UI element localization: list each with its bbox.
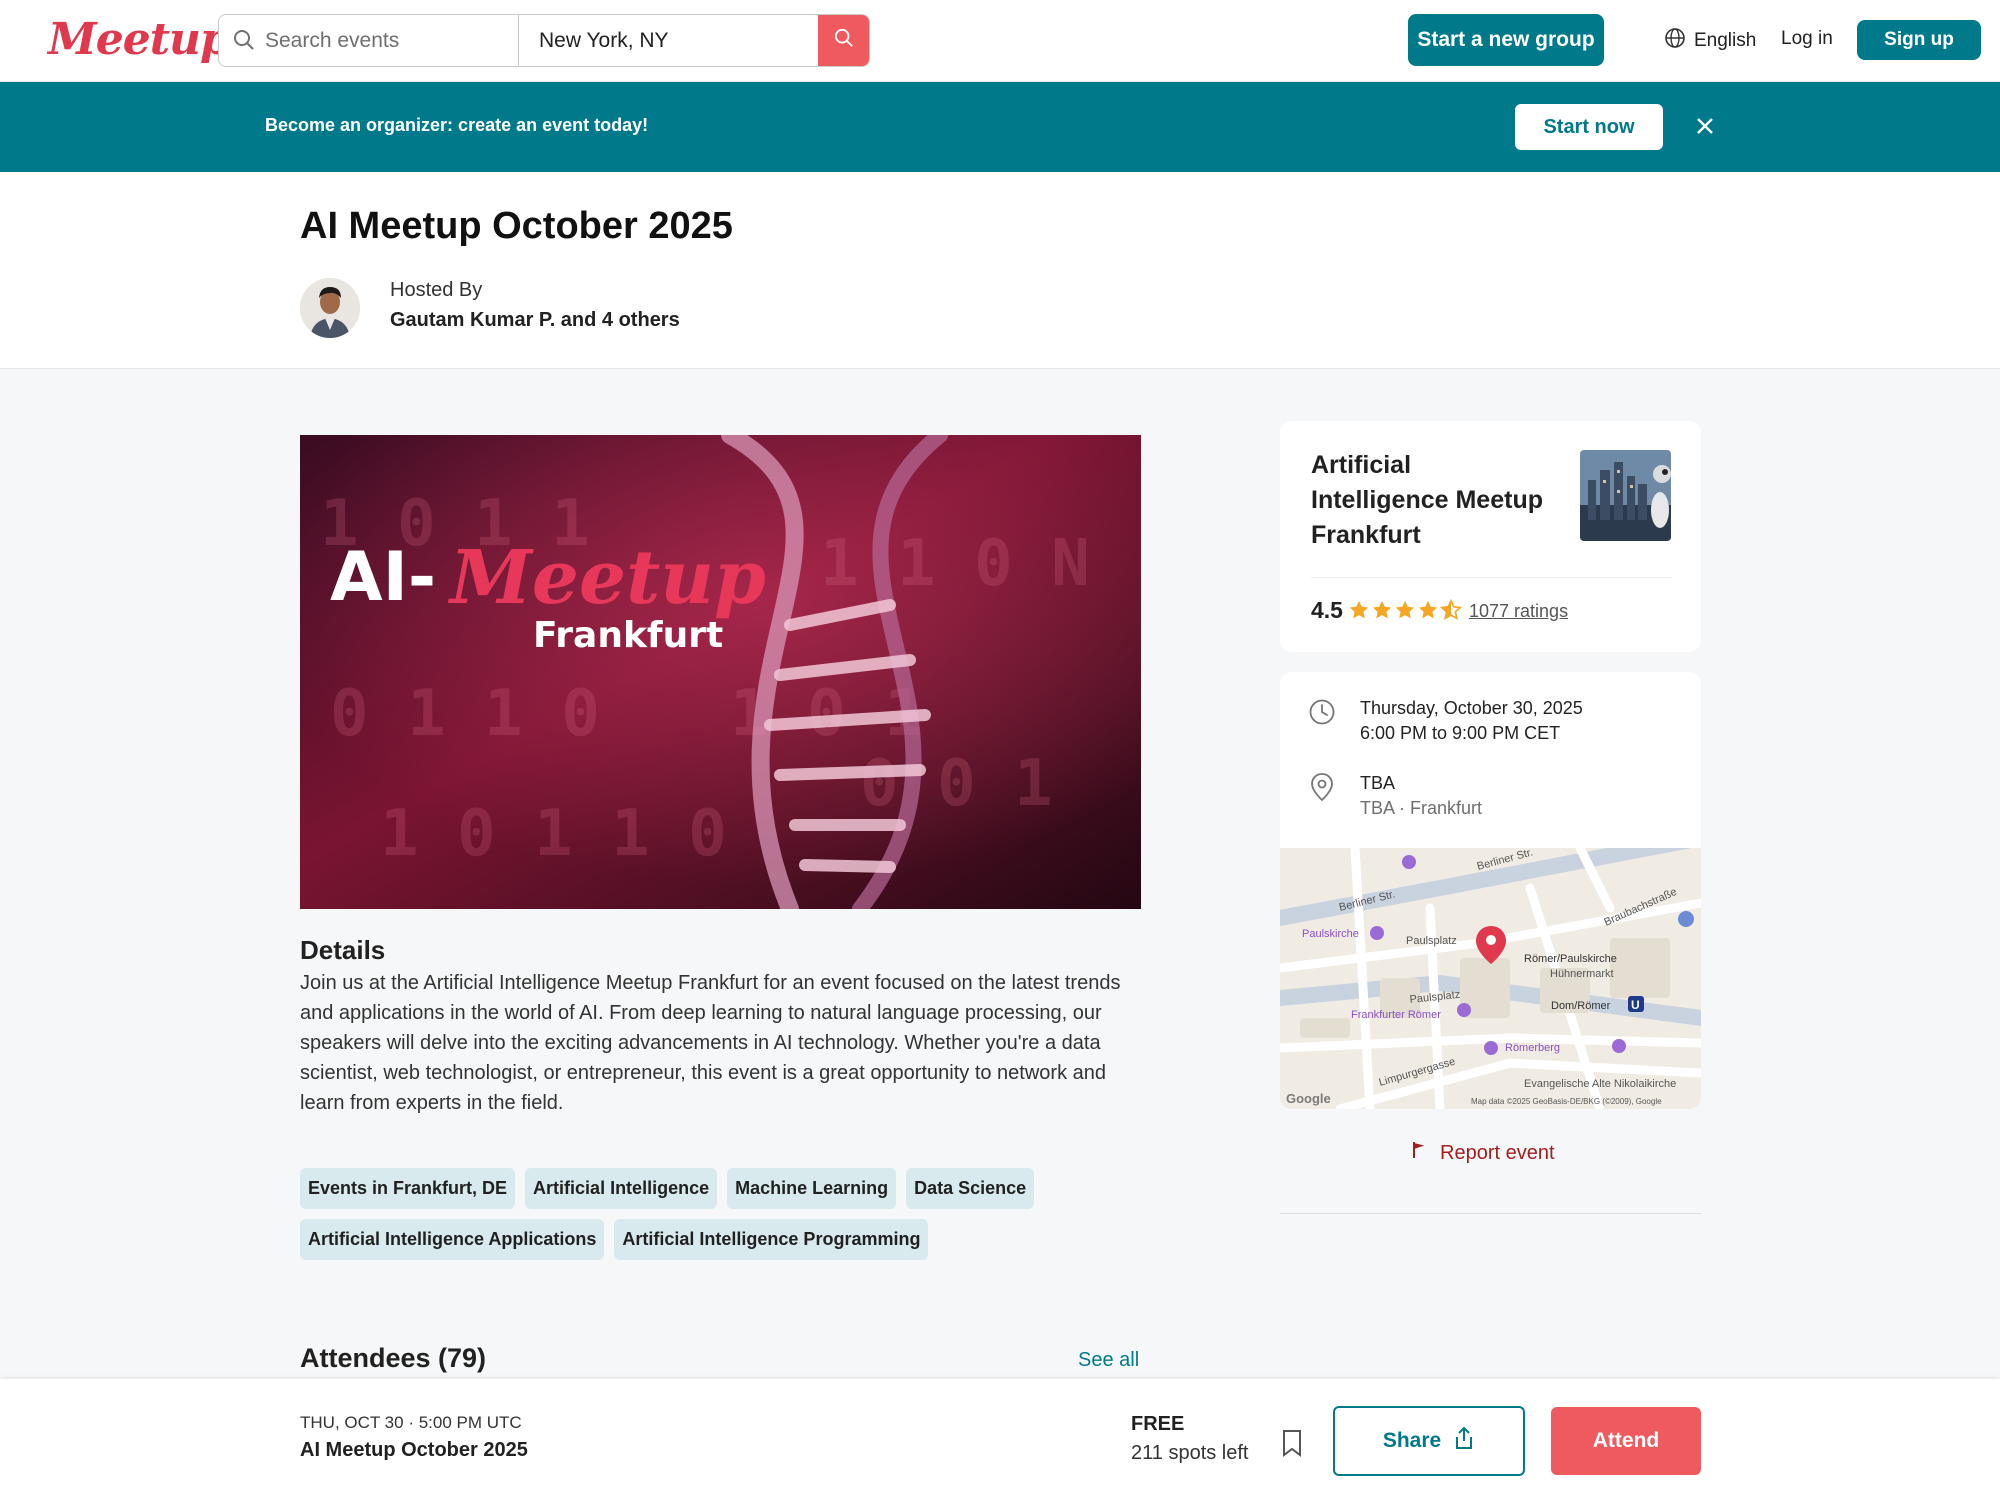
clock-icon <box>1308 698 1336 731</box>
map-google-logo: Google <box>1286 1091 1331 1106</box>
svg-text:1 1 0 N: 1 1 0 N <box>820 527 1090 601</box>
location-input[interactable]: New York, NY <box>519 15 819 66</box>
hero-text-frankfurt: Frankfurt <box>533 615 723 656</box>
tag-chip[interactable]: Machine Learning <box>727 1168 897 1209</box>
sticky-action-bar: THU, OCT 30 · 5:00 PM UTC AI Meetup Octo… <box>0 1379 2000 1500</box>
map-label: Frankfurter Römer <box>1351 1009 1441 1021</box>
star-icon <box>1372 600 1392 619</box>
search-icon <box>834 28 854 53</box>
signup-button[interactable]: Sign up <box>1857 20 1981 60</box>
share-label: Share <box>1382 1429 1442 1452</box>
language-selector[interactable]: English <box>1664 27 1756 55</box>
organizer-banner: Become an organizer: create an event tod… <box>0 82 2000 172</box>
share-button[interactable]: Share <box>1333 1406 1525 1476</box>
map-label: Römerberg <box>1505 1042 1560 1054</box>
star-icon <box>1395 600 1415 619</box>
group-name[interactable]: Artificial Intelligence Meetup Frankfurt <box>1311 448 1551 553</box>
divider <box>1280 1213 1701 1214</box>
event-time: 6:00 PM to 9:00 PM CET <box>1360 723 1561 743</box>
search-icon <box>233 29 255 56</box>
venue-address: TBA · Frankfurt <box>1360 798 1483 818</box>
search-placeholder: Search events <box>265 29 400 52</box>
group-thumbnail[interactable] <box>1580 450 1671 541</box>
tag-chip[interactable]: Artificial Intelligence <box>525 1168 718 1209</box>
map-label: Dom/Römer <box>1551 1000 1611 1012</box>
bookmark-icon[interactable] <box>1280 1429 1304 1462</box>
tag-chip[interactable]: Artificial Intelligence Programming <box>614 1219 929 1260</box>
rating-value: 4.5 <box>1311 597 1343 623</box>
hero-text-meetup: Meetup <box>447 535 766 621</box>
globe-icon <box>1664 27 1686 55</box>
top-nav: Meetup Search events New York, NY Start … <box>0 0 2000 82</box>
language-label: English <box>1694 30 1757 51</box>
map-label: Hühnermarkt <box>1550 968 1614 980</box>
ratings-count-link[interactable]: 1077 ratings <box>1469 601 1568 622</box>
report-event-label: Report event <box>1440 1141 1555 1164</box>
spots-left: 211 spots left <box>1131 1442 1249 1464</box>
tag-chip[interactable]: Data Science <box>906 1168 1035 1209</box>
bar-event-title: AI Meetup October 2025 <box>300 1439 528 1461</box>
start-new-group-button[interactable]: Start a new group <box>1408 14 1604 66</box>
star-icon <box>1349 600 1369 619</box>
details-text: Join us at the Artificial Intelligence M… <box>300 972 1121 1114</box>
login-link[interactable]: Log in <box>1781 28 1833 50</box>
map-pin-icon <box>1308 772 1336 807</box>
map-label: Paulskirche <box>1302 928 1359 940</box>
search-bar: Search events New York, NY <box>218 14 870 67</box>
banner-text: Become an organizer: create an event tod… <box>265 115 649 135</box>
page-title: AI Meetup October 2025 <box>300 205 733 247</box>
svg-text:1 0 1 1 0: 1 0 1 1 0 <box>380 797 727 871</box>
flag-icon <box>1412 1141 1426 1165</box>
search-button[interactable] <box>818 15 869 66</box>
start-now-button[interactable]: Start now <box>1515 104 1663 150</box>
hero-text-ai: AI- <box>330 538 436 617</box>
event-date: Thursday, October 30, 2025 <box>1360 698 1583 718</box>
attend-button[interactable]: Attend <box>1551 1407 1701 1475</box>
price-label: FREE <box>1131 1413 1185 1435</box>
host-avatar[interactable] <box>300 278 360 338</box>
host-name[interactable]: Gautam Kumar P. and 4 others <box>390 309 680 332</box>
event-header: AI Meetup October 2025 Hosted By Gautam … <box>0 172 2000 369</box>
attendees-heading: Attendees (79) <box>300 1343 487 1373</box>
venue-map[interactable]: Berliner Str. Berliner Str. Braubachstra… <box>1280 830 1701 1109</box>
see-all-link[interactable]: See all <box>1078 1349 1139 1372</box>
map-attribution: Map data ©2025 GeoBasis-DE/BKG (©2009), … <box>1471 1097 1662 1106</box>
search-input[interactable]: Search events <box>219 15 519 66</box>
event-info-card: Thursday, October 30, 2025 6:00 PM to 9:… <box>1280 672 1701 1109</box>
rating-stars <box>1348 599 1462 621</box>
map-label: Evangelische Alte Nikolaikirche <box>1524 1078 1676 1090</box>
star-half-icon <box>1440 599 1462 620</box>
hosted-by-label: Hosted By <box>390 279 483 301</box>
svg-text:0 1 1 0: 0 1 1 0 <box>330 677 600 751</box>
svg-text:0 0 1: 0 0 1 <box>860 747 1053 821</box>
tag-chip[interactable]: Events in Frankfurt, DE <box>300 1168 516 1209</box>
meetup-logo[interactable]: Meetup <box>48 14 231 65</box>
location-value: New York, NY <box>539 29 669 52</box>
tag-chip[interactable]: Artificial Intelligence Applications <box>300 1219 605 1260</box>
bar-event-date: THU, OCT 30 · 5:00 PM UTC <box>300 1413 522 1432</box>
map-label: Paulsplatz <box>1406 935 1457 947</box>
svg-text:U: U <box>1631 998 1640 1012</box>
topic-tags: Events in Frankfurt, DE Artificial Intel… <box>300 1168 1160 1260</box>
close-icon[interactable] <box>1694 115 1716 142</box>
divider <box>1311 577 1671 578</box>
event-hero-image: 1 0 1 1 1 1 0 N 0 1 1 0 1 0 1 0 0 1 1 0 … <box>300 435 1141 909</box>
star-icon <box>1418 600 1438 619</box>
venue-name: TBA <box>1360 773 1396 793</box>
report-event-link[interactable]: Report event <box>1412 1141 1555 1165</box>
group-card[interactable]: Artificial Intelligence Meetup Frankfurt… <box>1280 421 1701 652</box>
details-heading: Details <box>300 935 386 965</box>
share-icon <box>1453 1426 1475 1456</box>
map-label: Römer/Paulskirche <box>1524 953 1617 965</box>
